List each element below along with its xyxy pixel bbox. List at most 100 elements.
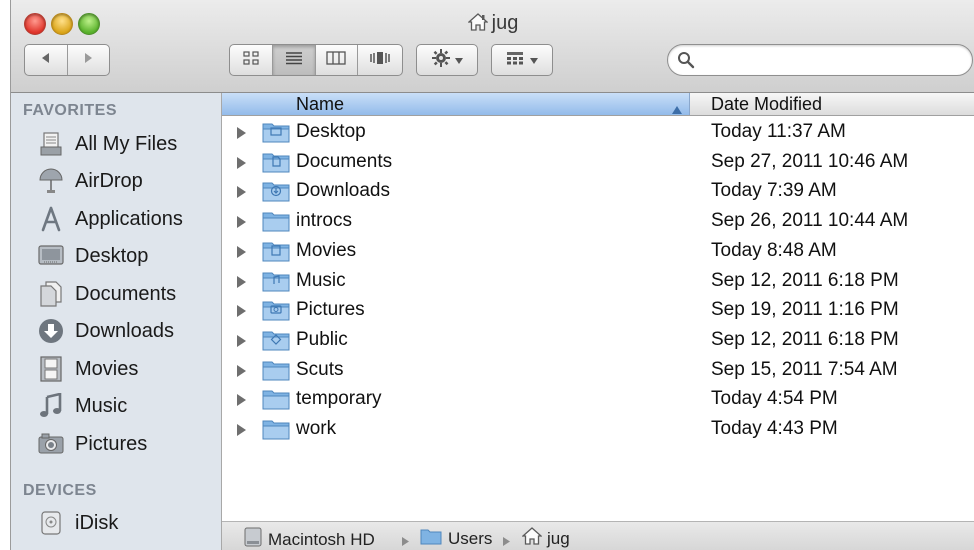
disclosure-triangle-icon[interactable] — [236, 245, 246, 263]
file-name: Pictures — [296, 299, 365, 321]
back-button[interactable] — [25, 45, 68, 75]
arrange-icon — [506, 51, 524, 70]
disclosure-triangle-icon[interactable] — [236, 156, 246, 174]
window-title: jug — [11, 12, 974, 37]
sidebar-item-all-my-files[interactable]: All My Files — [11, 126, 221, 162]
crumb-jug[interactable]: jug — [521, 527, 570, 550]
disclosure-triangle-icon[interactable] — [236, 364, 246, 382]
table-row[interactable]: temporary Today 4:54 PM — [222, 384, 974, 414]
forward-button[interactable] — [68, 45, 109, 75]
disclosure-triangle-icon[interactable] — [236, 304, 246, 322]
table-row[interactable]: work Today 4:43 PM — [222, 414, 974, 444]
sidebar: FAVORITES All My Files AirDrop Applicati… — [11, 93, 222, 550]
file-name: Downloads — [296, 180, 390, 202]
arrange-menu-button[interactable] — [491, 44, 553, 76]
disclosure-triangle-icon[interactable] — [236, 126, 246, 144]
cover-flow-icon — [369, 51, 391, 70]
documents-icon — [37, 280, 65, 308]
sidebar-item-label: AirDrop — [75, 169, 143, 192]
folder-icon — [262, 329, 290, 356]
name-column-label: Name — [296, 94, 345, 114]
titlebar: jug — [11, 0, 974, 93]
list-view-button[interactable] — [272, 45, 316, 75]
path-separator-icon — [502, 533, 510, 550]
folder-icon — [262, 180, 290, 207]
file-date-modified: Sep 19, 2011 1:16 PM — [711, 299, 899, 321]
sidebar-item-documents[interactable]: Documents — [11, 276, 221, 312]
file-date-modified: Sep 27, 2011 10:46 AM — [711, 150, 909, 172]
table-row[interactable]: Public Sep 12, 2011 6:18 PM — [222, 325, 974, 355]
icon-view-icon — [243, 50, 259, 70]
movies-icon — [37, 355, 65, 383]
file-name: introcs — [296, 210, 352, 232]
sort-ascending-icon — [672, 98, 682, 119]
back-forward-control — [24, 44, 110, 76]
column-view-icon — [326, 50, 347, 70]
action-menu[interactable] — [417, 45, 477, 75]
sidebar-item-idisk[interactable]: iDisk — [11, 505, 221, 541]
table-row[interactable]: Scuts Sep 15, 2011 7:54 AM — [222, 355, 974, 385]
sidebar-item-label: Desktop — [75, 244, 149, 267]
path-separator-icon — [401, 533, 409, 550]
table-row[interactable]: introcs Sep 26, 2011 10:44 AM — [222, 206, 974, 236]
crumb-label: jug — [547, 528, 570, 548]
file-date-modified: Sep 15, 2011 7:54 AM — [711, 358, 898, 380]
file-name: Music — [296, 269, 346, 291]
file-date-modified: Sep 12, 2011 6:18 PM — [711, 269, 899, 291]
sidebar-item-pictures[interactable]: Pictures — [11, 426, 221, 462]
folder-icon — [262, 388, 290, 415]
disclosure-triangle-icon[interactable] — [236, 275, 246, 293]
folder-icon — [262, 359, 290, 386]
disclosure-triangle-icon[interactable] — [236, 334, 246, 352]
table-row[interactable]: Desktop Today 11:37 AM — [222, 117, 974, 147]
crumb-label: Users — [448, 528, 493, 548]
file-name: temporary — [296, 388, 382, 410]
table-row[interactable]: Music Sep 12, 2011 6:18 PM — [222, 266, 974, 296]
airdrop-icon — [37, 167, 65, 195]
table-row[interactable]: Movies Today 8:48 AM — [222, 236, 974, 266]
sidebar-item-label: All My Files — [75, 132, 178, 155]
file-name: Desktop — [296, 121, 366, 142]
column-view-button[interactable] — [316, 45, 359, 75]
search-field[interactable] — [667, 44, 973, 76]
table-row[interactable]: Downloads Today 7:39 AM — [222, 176, 974, 206]
sidebar-item-label: Downloads — [75, 319, 174, 342]
sidebar-item-desktop[interactable]: Desktop — [11, 238, 221, 274]
sidebar-item-music[interactable]: Music — [11, 388, 221, 424]
action-menu-button[interactable] — [416, 44, 478, 76]
crumb-macintosh-hd[interactable]: Macintosh HD — [244, 527, 375, 550]
folder-icon — [262, 418, 290, 445]
icon-view-button[interactable] — [230, 45, 273, 75]
table-row[interactable]: Documents Sep 27, 2011 10:46 AM — [222, 147, 974, 177]
sidebar-item-movies[interactable]: Movies — [11, 351, 221, 387]
favorites-heading: FAVORITES — [23, 102, 117, 119]
arrange-menu[interactable] — [492, 45, 552, 75]
file-date-modified: Sep 26, 2011 10:44 AM — [711, 210, 909, 232]
sidebar-item-label: Documents — [75, 282, 177, 305]
name-column-header[interactable]: Name — [222, 93, 690, 115]
sidebar-item-airdrop[interactable]: AirDrop — [11, 163, 221, 199]
file-date-modified: Today 11:37 AM — [711, 121, 846, 142]
sidebar-item-label: Pictures — [75, 432, 148, 455]
all-my-files-icon — [37, 130, 65, 158]
hard-drive-icon — [244, 527, 262, 550]
date-modified-column-header[interactable]: Date Modified — [711, 94, 822, 115]
window-title-text: jug — [491, 12, 519, 34]
file-date-modified: Today 4:43 PM — [711, 418, 838, 439]
file-list: Name Date Modified Desktop Today 11:37 AM… — [222, 93, 974, 521]
desktop-icon — [37, 242, 65, 270]
disclosure-triangle-icon[interactable] — [236, 423, 246, 441]
folder-icon — [262, 151, 290, 178]
table-row[interactable]: Pictures Sep 19, 2011 1:16 PM — [222, 295, 974, 325]
sidebar-item-downloads[interactable]: Downloads — [11, 313, 221, 349]
cover-flow-view-button[interactable] — [358, 45, 402, 75]
disclosure-triangle-icon[interactable] — [236, 393, 246, 411]
disclosure-triangle-icon[interactable] — [236, 185, 246, 203]
search-input[interactable] — [702, 49, 956, 73]
crumb-users[interactable]: Users — [420, 527, 492, 550]
sidebar-item-label: iDisk — [75, 511, 119, 534]
file-name: Documents — [296, 150, 393, 172]
disclosure-triangle-icon[interactable] — [236, 215, 246, 233]
sidebar-item-applications[interactable]: Applications — [11, 201, 221, 237]
folder-icon — [262, 210, 290, 237]
